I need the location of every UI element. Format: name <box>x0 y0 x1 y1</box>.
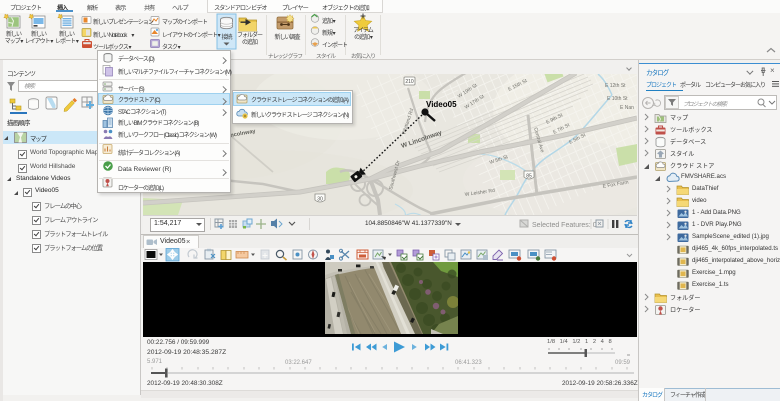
svg-text:85: 85 <box>526 174 532 180</box>
svg-text:E Nan: E Nan <box>620 105 634 111</box>
svg-text:210: 210 <box>405 79 414 85</box>
svg-text:30: 30 <box>317 197 323 203</box>
svg-text:Selected Features: 0: Selected Features: 0 <box>532 222 597 229</box>
svg-text:Video05: Video05 <box>426 100 457 109</box>
svg-text:E 12th St: E 12th St <box>605 83 626 89</box>
svg-text:E 10th St: E 10th St <box>607 96 628 102</box>
